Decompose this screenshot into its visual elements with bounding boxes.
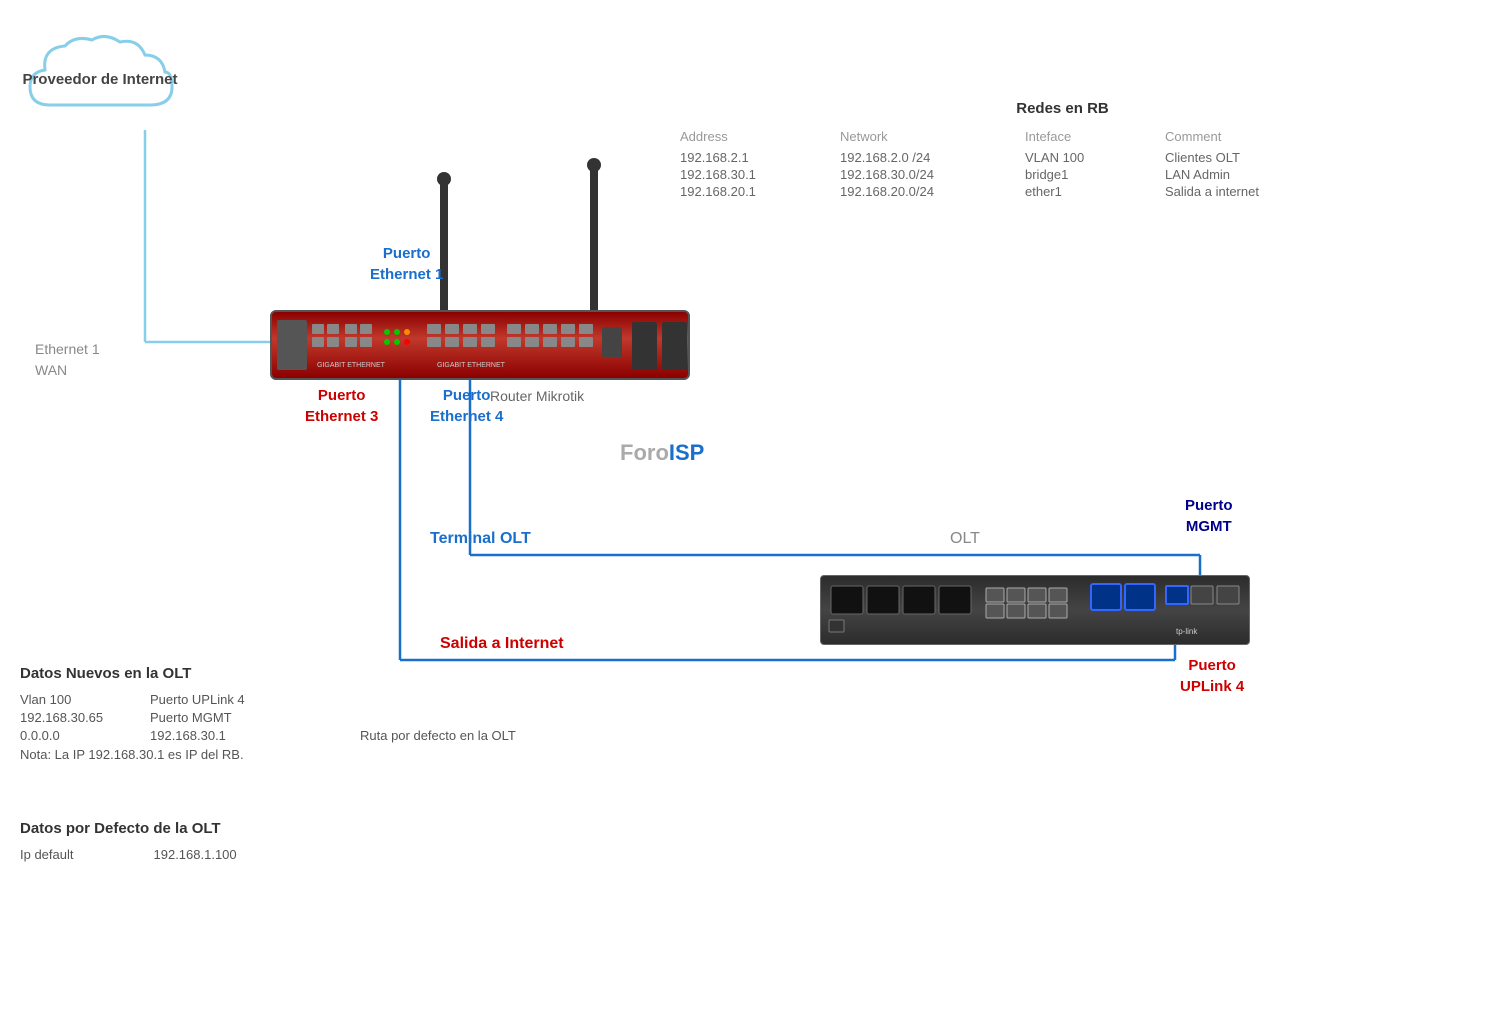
redes-row3-address: 192.168.20.1 xyxy=(680,184,830,199)
datos-nuevos-r3c2: 192.168.30.1 xyxy=(150,728,350,743)
redes-header-comment: Comment xyxy=(1165,129,1345,148)
salida-internet-label: Salida a Internet xyxy=(440,635,564,653)
router-label: Router Mikrotik xyxy=(490,388,584,404)
datos-nuevos-r1c2: Puerto UPLink 4 xyxy=(150,692,350,707)
datos-defecto-section: Datos por Defecto de la OLT Ip default 1… xyxy=(20,820,237,862)
redes-row1-interface: VLAN 100 xyxy=(1025,150,1155,165)
datos-nuevos-r2c1: 192.168.30.65 xyxy=(20,710,140,725)
cloud-label: Proveedor de Internet xyxy=(20,30,180,130)
datos-nuevos-grid: Vlan 100 Puerto UPLink 4 192.168.30.65 P… xyxy=(20,692,516,743)
antenna-ball-right xyxy=(587,158,601,172)
puerto-eth4-label: Puerto Ethernet 4 xyxy=(430,385,503,427)
datos-defecto-row: Ip default 192.168.1.100 xyxy=(20,847,237,862)
redes-row1-comment: Clientes OLT xyxy=(1165,150,1345,165)
redes-row3-interface: ether1 xyxy=(1025,184,1155,199)
datos-nuevos-nota: Nota: La IP 192.168.30.1 es IP del RB. xyxy=(20,747,516,762)
datos-defecto-value: 192.168.1.100 xyxy=(154,847,237,862)
antenna-right xyxy=(590,165,598,310)
redes-header-address: Address xyxy=(680,129,830,148)
redes-table-grid: Address Network Inteface Comment 192.168… xyxy=(680,129,1345,199)
redes-en-rb-table: Redes en RB Address Network Inteface Com… xyxy=(680,100,1345,199)
redes-row2-interface: bridge1 xyxy=(1025,167,1155,182)
redes-row1-address: 192.168.2.1 xyxy=(680,150,830,165)
datos-defecto-title: Datos por Defecto de la OLT xyxy=(20,820,237,837)
redes-row3-network: 192.168.20.0/24 xyxy=(840,184,1015,199)
redes-row2-address: 192.168.30.1 xyxy=(680,167,830,182)
datos-nuevos-r1c1: Vlan 100 xyxy=(20,692,140,707)
foroISP-watermark: ForoISP xyxy=(620,440,704,466)
redes-row1-network: 192.168.2.0 /24 xyxy=(840,150,1015,165)
datos-nuevos-r3c3: Ruta por defecto en la OLT xyxy=(360,728,516,743)
ethernet1-wan-label: Ethernet 1 WAN xyxy=(35,339,100,381)
antenna-ball-left xyxy=(437,172,451,186)
router-mikrotik: GIGABIT ETHERNET GIGABIT ETHERNET xyxy=(270,310,690,380)
puerto-mgmt-label: Puerto MGMT xyxy=(1185,495,1233,537)
puerto-eth1-label: Puerto Ethernet 1 xyxy=(370,243,443,285)
terminal-olt-label: Terminal OLT xyxy=(430,530,531,548)
puerto-eth3-label: Puerto Ethernet 3 xyxy=(305,385,378,427)
datos-nuevos-r2c3 xyxy=(360,710,516,725)
svg-text:GIGABIT ETHERNET: GIGABIT ETHERNET xyxy=(437,362,506,369)
datos-defecto-label: Ip default xyxy=(20,847,74,862)
datos-nuevos-r2c2: Puerto MGMT xyxy=(150,710,350,725)
diagram-container: Proveedor de Internet xyxy=(0,0,1500,1031)
redes-table-title: Redes en RB xyxy=(780,100,1345,117)
datos-nuevos-r1c3 xyxy=(360,692,516,707)
svg-text:tp-link: tp-link xyxy=(1176,627,1198,636)
redes-row2-network: 192.168.30.0/24 xyxy=(840,167,1015,182)
redes-row2-comment: LAN Admin xyxy=(1165,167,1345,182)
olt-label: OLT xyxy=(950,530,980,548)
puerto-uplink4-label: Puerto UPLink 4 xyxy=(1180,655,1244,697)
datos-nuevos-title: Datos Nuevos en la OLT xyxy=(20,665,516,682)
redes-header-interface: Inteface xyxy=(1025,129,1155,148)
olt-device: tp-link xyxy=(820,575,1250,645)
redes-header-network: Network xyxy=(840,129,1015,148)
datos-nuevos-r3c1: 0.0.0.0 xyxy=(20,728,140,743)
svg-text:GIGABIT ETHERNET: GIGABIT ETHERNET xyxy=(317,362,386,369)
datos-nuevos-section: Datos Nuevos en la OLT Vlan 100 Puerto U… xyxy=(20,665,516,762)
redes-row3-comment: Salida a internet xyxy=(1165,184,1345,199)
